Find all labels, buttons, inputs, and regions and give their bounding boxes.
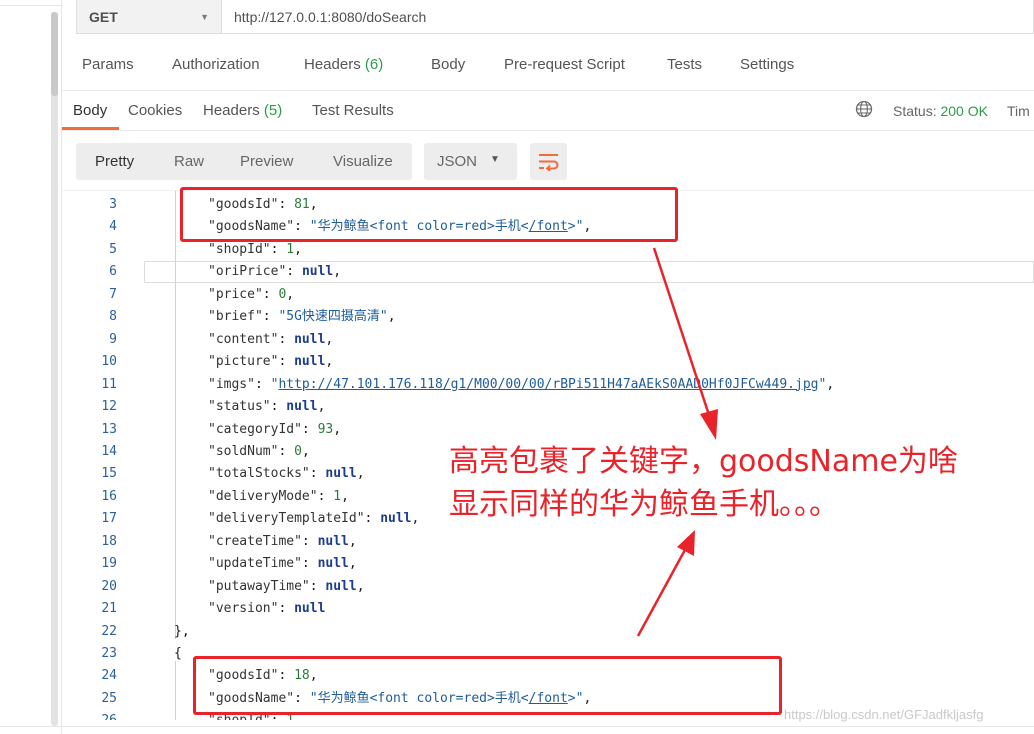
annotation-line-1: 高亮包裹了关键字，goodsName为啥 — [449, 444, 958, 479]
annotation-text: 高亮包裹了关键字，goodsName为啥 显示同样的华为鲸鱼手机。。。 — [449, 440, 958, 526]
watermark-text: https://blog.csdn.net/GFJadfkljasfg — [784, 707, 984, 722]
arrow-up — [636, 530, 695, 637]
arrow-down — [652, 247, 718, 440]
bottom-divider — [0, 726, 1034, 727]
annotation-line-2: 显示同样的华为鲸鱼手机。。。 — [449, 487, 839, 522]
annotation-arrows — [636, 247, 718, 637]
